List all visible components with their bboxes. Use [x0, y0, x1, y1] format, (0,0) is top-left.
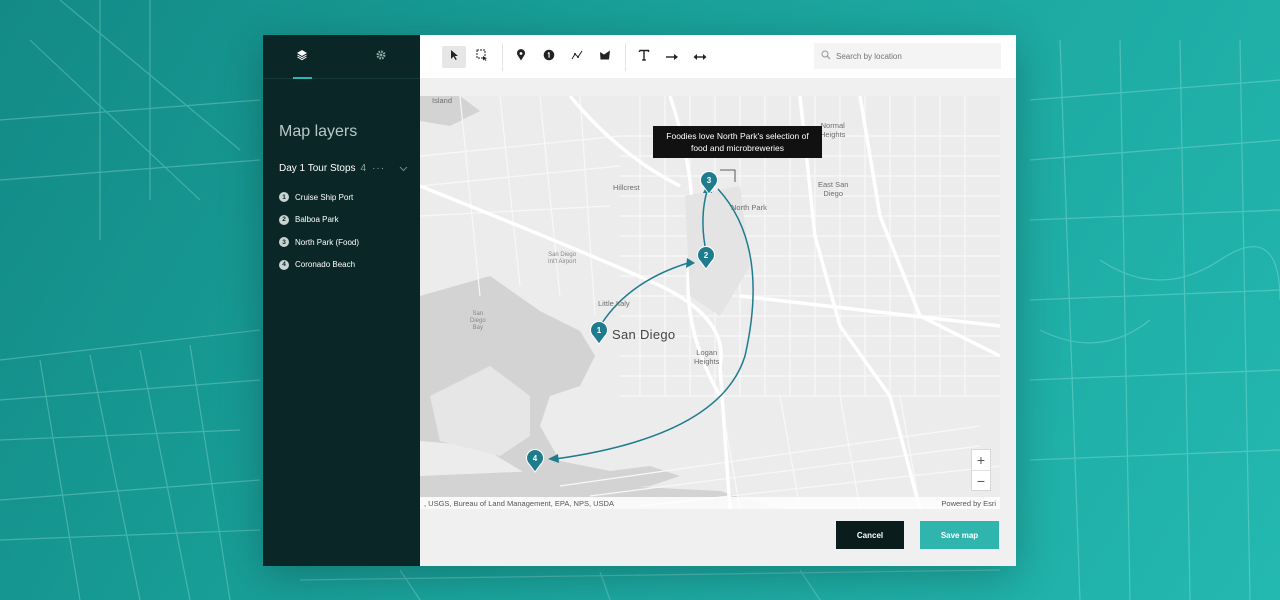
- main-panel: Island Normal Heights Hillcrest East San…: [420, 35, 1016, 566]
- search-input[interactable]: [836, 51, 986, 61]
- map-marker-4[interactable]: 4: [525, 448, 545, 473]
- map-view[interactable]: Island Normal Heights Hillcrest East San…: [420, 96, 1000, 509]
- area-tool[interactable]: [593, 46, 617, 68]
- double-arrow-icon: [693, 48, 707, 66]
- sidebar-title: Map layers: [279, 123, 358, 140]
- line-icon: [571, 48, 583, 66]
- layer-item[interactable]: 3 North Park (Food): [279, 231, 420, 254]
- map-label-bay: San Diego Bay: [470, 311, 486, 331]
- map-marker-label: 3: [707, 176, 712, 185]
- select-icon: [449, 48, 459, 66]
- number-badge: 1: [279, 192, 289, 203]
- map-marker-label: 4: [533, 454, 538, 463]
- pin-tool[interactable]: [509, 46, 533, 68]
- map-label-airport: San Diego Int'l Airport: [548, 252, 577, 265]
- map-label-normal-heights: Normal Heights: [820, 121, 846, 139]
- map-label-little-italy: Little Italy: [598, 299, 630, 308]
- save-map-button[interactable]: Save map: [920, 521, 999, 549]
- toolbar-divider: [625, 42, 626, 71]
- select-tool[interactable]: [442, 45, 466, 68]
- layer-item-label: Coronado Beach: [295, 260, 356, 270]
- map-label-island: Island: [432, 96, 453, 105]
- text-tool[interactable]: [632, 46, 656, 68]
- toolbar-divider: [502, 42, 503, 71]
- more-options-icon[interactable]: ···: [372, 163, 385, 174]
- map-marker-label: 1: [597, 326, 602, 335]
- tab-layers[interactable]: [263, 35, 342, 79]
- layer-list: 1 Cruise Ship Port 2 Balboa Park 3 North…: [279, 186, 420, 276]
- number-badge: 4: [279, 259, 289, 270]
- layers-icon: [296, 48, 308, 66]
- sidebar-tabs: [263, 35, 420, 79]
- gear-icon: [375, 48, 387, 66]
- text-icon: [638, 48, 650, 66]
- map-attribution: , USGS, Bureau of Land Management, EPA, …: [420, 497, 1000, 509]
- map-marker-2[interactable]: 2: [696, 245, 716, 270]
- sidebar: Map layers Day 1 Tour Stops 4 ··· 1 Crui…: [263, 35, 420, 566]
- arrow-tool[interactable]: [660, 46, 684, 68]
- number-badge: 2: [279, 214, 289, 225]
- line-tool[interactable]: [565, 46, 589, 68]
- area-icon: [599, 48, 611, 66]
- layer-group-name: Day 1 Tour Stops: [279, 163, 356, 174]
- map-label-san-diego: San Diego: [612, 327, 676, 342]
- box-select-icon: [476, 48, 488, 66]
- layer-group-header[interactable]: Day 1 Tour Stops 4 ···: [279, 163, 408, 174]
- layer-group-count: 4: [360, 163, 367, 174]
- map-label-logan-heights: Logan Heights: [694, 348, 720, 366]
- search-icon: [821, 47, 831, 65]
- zoom-out-button[interactable]: −: [972, 470, 990, 490]
- tab-settings[interactable]: [342, 35, 421, 78]
- map-label-east-san-diego: East San Diego: [818, 180, 849, 198]
- arrow-icon: [665, 48, 679, 66]
- map-marker-label: 2: [704, 251, 709, 260]
- layer-item[interactable]: 1 Cruise Ship Port: [279, 186, 420, 209]
- double-arrow-tool[interactable]: [688, 46, 712, 68]
- cancel-button[interactable]: Cancel: [836, 521, 904, 549]
- layer-item[interactable]: 4 Coronado Beach: [279, 254, 420, 277]
- zoom-control: + −: [971, 449, 991, 491]
- map-marker-1[interactable]: 1: [589, 320, 609, 345]
- numbered-marker-tool[interactable]: [537, 46, 561, 68]
- powered-by-esri[interactable]: Powered by Esri: [941, 499, 996, 508]
- chevron-down-icon[interactable]: [399, 164, 408, 174]
- map-label-north-park: North Park: [731, 203, 767, 212]
- number-badge: 3: [279, 237, 289, 248]
- toolbar: [420, 35, 1016, 78]
- map-marker-3[interactable]: 3: [699, 170, 719, 195]
- layer-item-label: North Park (Food): [295, 237, 360, 247]
- map-callout[interactable]: Foodies love North Park's selection of f…: [653, 126, 822, 158]
- box-select-tool[interactable]: [470, 46, 494, 68]
- zoom-in-button[interactable]: +: [972, 450, 990, 470]
- pin-icon: [516, 48, 526, 66]
- layer-item-label: Balboa Park: [295, 215, 339, 225]
- location-search[interactable]: [814, 43, 1001, 69]
- attribution-text: , USGS, Bureau of Land Management, EPA, …: [424, 498, 614, 508]
- map-editor-window: Map layers Day 1 Tour Stops 4 ··· 1 Crui…: [263, 35, 1016, 566]
- layer-item-label: Cruise Ship Port: [295, 192, 354, 202]
- layer-item[interactable]: 2 Balboa Park: [279, 209, 420, 232]
- map-label-hillcrest: Hillcrest: [613, 183, 640, 192]
- numbered-marker-icon: [543, 48, 555, 66]
